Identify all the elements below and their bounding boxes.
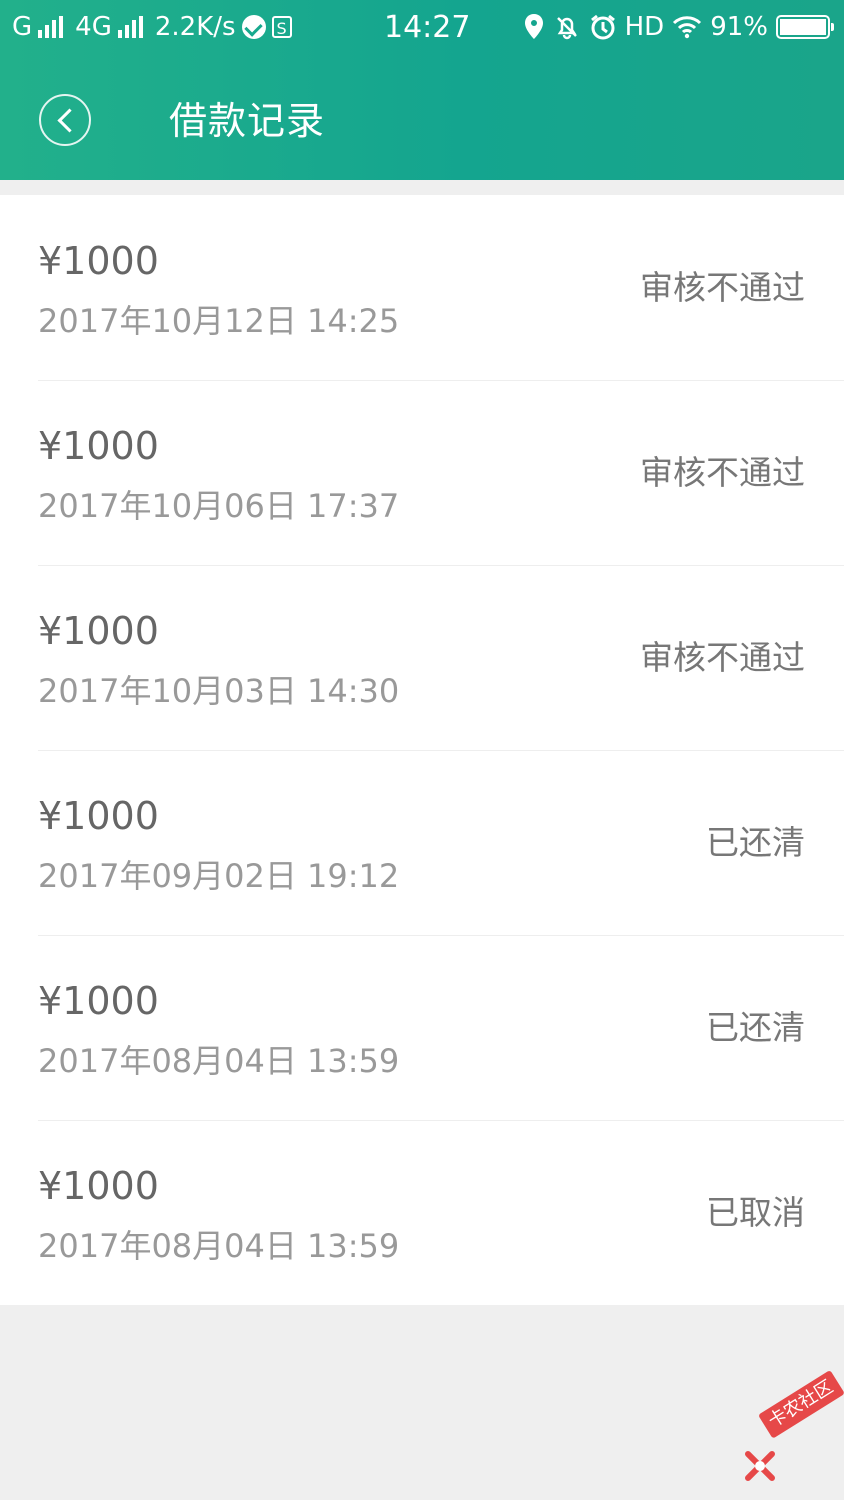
loan-amount: ¥1000 — [38, 424, 159, 468]
signal-icon-2 — [117, 16, 143, 38]
status-right: HD 91% — [523, 12, 834, 42]
loan-status: 已还清 — [706, 1008, 805, 1047]
loan-item[interactable]: ¥1000 2017年10月12日 14:25 审核不通过 — [0, 195, 844, 380]
status-bar: G 4G 2.2K/s S 14:27 HD 91% — [0, 0, 844, 58]
signal-icon — [38, 16, 64, 38]
location-icon — [524, 14, 543, 39]
loan-date: 2017年08月04日 13:59 — [38, 1227, 400, 1265]
network-type-text: 4G — [75, 12, 112, 42]
battery-percent: 91% — [710, 12, 768, 42]
hd-indicator: HD — [624, 12, 665, 42]
loan-item[interactable]: ¥1000 2017年10月03日 14:30 审核不通过 — [0, 565, 844, 750]
status-left: G 4G 2.2K/s S — [12, 12, 292, 42]
loan-amount: ¥1000 — [38, 979, 159, 1023]
sim-icon: S — [271, 16, 292, 38]
loan-item[interactable]: ¥1000 2017年10月06日 17:37 审核不通过 — [0, 380, 844, 565]
loan-amount: ¥1000 — [38, 794, 159, 838]
loan-status: 审核不通过 — [640, 638, 805, 677]
wifi-icon — [673, 16, 702, 39]
loan-date: 2017年09月02日 19:12 — [38, 857, 400, 895]
carrier-text: G — [12, 12, 33, 42]
battery-icon — [776, 15, 834, 39]
loan-date: 2017年10月12日 14:25 — [38, 302, 400, 340]
loan-date: 2017年10月06日 17:37 — [38, 487, 400, 525]
page-title: 借款记录 — [169, 99, 326, 143]
app-header: G 4G 2.2K/s S 14:27 HD 91% 借款记录 — [0, 0, 844, 180]
loan-amount: ¥1000 — [38, 609, 159, 653]
loan-item[interactable]: ¥1000 2017年09月02日 19:12 已还清 — [0, 750, 844, 935]
loan-status: 审核不通过 — [640, 268, 805, 307]
verified-icon — [241, 15, 266, 39]
network-speed-text: 2.2K/s — [154, 12, 236, 42]
alarm-icon — [590, 14, 615, 40]
watermark-icon — [745, 1451, 775, 1481]
loan-item[interactable]: ¥1000 2017年08月04日 13:59 已取消 — [0, 1120, 844, 1305]
loan-item[interactable]: ¥1000 2017年08月04日 13:59 已还清 — [0, 935, 844, 1120]
mute-icon — [556, 17, 577, 40]
loan-list: ¥1000 2017年10月12日 14:25 审核不通过 ¥1000 2017… — [0, 195, 844, 1305]
back-button[interactable] — [39, 94, 91, 146]
status-time: 14:27 — [384, 10, 471, 45]
loan-amount: ¥1000 — [38, 239, 159, 283]
loan-status: 已还清 — [706, 823, 805, 862]
loan-date: 2017年10月03日 14:30 — [38, 672, 400, 710]
loan-amount: ¥1000 — [38, 1164, 159, 1208]
loan-date: 2017年08月04日 13:59 — [38, 1042, 400, 1080]
loan-status: 审核不通过 — [640, 453, 805, 492]
watermark-text: 卡农社区 — [758, 1369, 844, 1439]
loan-status: 已取消 — [706, 1193, 805, 1232]
